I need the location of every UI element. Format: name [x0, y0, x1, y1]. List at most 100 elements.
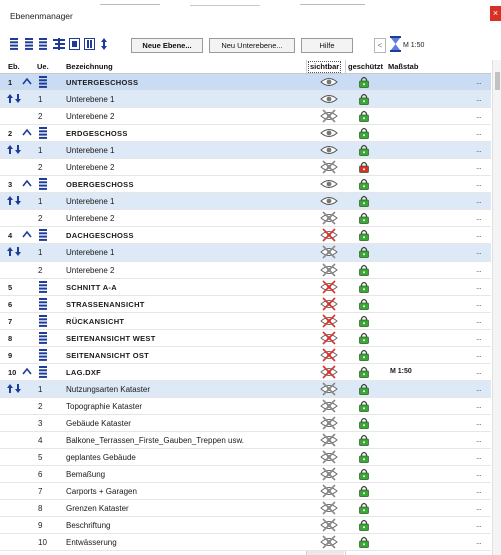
collapse-arrow-icon[interactable]: [22, 367, 32, 376]
layer-name[interactable]: geplantes Gebäude: [66, 453, 136, 462]
visible-eye-icon[interactable]: [312, 142, 346, 158]
layer-name[interactable]: Unterebene 1: [66, 248, 114, 257]
visible-eye-icon[interactable]: [312, 91, 346, 107]
hidden-eye-icon[interactable]: [312, 466, 346, 482]
lock-green-icon[interactable]: [358, 434, 370, 446]
sublayer-row[interactable]: 1 Unterebene 1...: [0, 244, 491, 262]
sublayer-row[interactable]: 4 Balkone_Terrassen_Firste_Gauben_Treppen…: [0, 431, 491, 450]
layer-name[interactable]: Gebäude Kataster: [66, 419, 131, 428]
hidden-eye-icon[interactable]: [312, 313, 346, 329]
sublayer-row[interactable]: 1 Nutzungsarten Kataster...: [0, 380, 491, 398]
scrollbar-thumb[interactable]: [495, 72, 500, 90]
layer-row[interactable]: 6 STRASSENANSICHT...: [0, 295, 491, 313]
more-button[interactable]: ...: [476, 367, 482, 376]
more-button[interactable]: ...: [476, 128, 482, 137]
hidden-eye-icon[interactable]: [312, 210, 346, 226]
more-button[interactable]: ...: [476, 469, 482, 478]
sublayer-row[interactable]: 1 Unterebene 1...: [0, 193, 491, 211]
more-button[interactable]: ...: [476, 179, 482, 188]
move-updown-icon[interactable]: [7, 145, 21, 155]
layer-name[interactable]: Entwässerung: [66, 538, 117, 547]
more-button[interactable]: ...: [476, 145, 482, 154]
layer-name[interactable]: Carports + Garagen: [66, 487, 137, 496]
list-icon[interactable]: [38, 38, 48, 50]
layer-row[interactable]: 2 ERDGESCHOSS...: [0, 125, 491, 143]
lock-green-icon[interactable]: [358, 468, 370, 480]
hidden-eye-icon[interactable]: [312, 244, 346, 260]
new-sublayer-button[interactable]: Neu Unterebene...: [209, 38, 295, 53]
lock-green-icon[interactable]: [358, 502, 370, 515]
lock-green-icon[interactable]: [358, 212, 370, 225]
layer-name[interactable]: STRASSENANSICHT: [66, 300, 145, 309]
lock-green-icon[interactable]: [358, 417, 370, 429]
lock-green-icon[interactable]: [358, 400, 370, 412]
layer-row[interactable]: 4 DACHGESCHOSS...: [0, 227, 491, 245]
layer-row[interactable]: 10 LAG.DXF M 1:50...: [0, 363, 491, 381]
sublayer-row[interactable]: 3 Gebäude Kataster...: [0, 414, 491, 432]
lock-green-icon[interactable]: [358, 178, 370, 191]
hidden-eye-icon[interactable]: [312, 227, 346, 243]
help-button[interactable]: Hilfe: [301, 38, 353, 53]
collapse-arrow-icon[interactable]: [22, 179, 32, 188]
layer-row[interactable]: 7 RÜCKANSICHT...: [0, 312, 491, 330]
sublayer-row[interactable]: 10 Entwässerung...: [0, 534, 491, 552]
layer-name[interactable]: DACHGESCHOSS: [66, 231, 134, 240]
sort-updown-icon[interactable]: [100, 38, 108, 50]
more-button[interactable]: ...: [476, 520, 482, 529]
sublayer-row[interactable]: 2 Unterebene 2...: [0, 108, 491, 126]
visible-eye-icon[interactable]: [312, 125, 346, 141]
visible-eye-icon[interactable]: [312, 74, 346, 90]
layer-name[interactable]: LAG.DXF: [66, 368, 101, 377]
more-button[interactable]: ...: [476, 247, 482, 256]
lock-green-icon[interactable]: [358, 315, 370, 327]
hidden-eye-icon[interactable]: [312, 364, 346, 380]
layer-name[interactable]: SEITENANSICHT OST: [66, 351, 149, 360]
hidden-eye-icon[interactable]: [312, 483, 346, 499]
header-visible[interactable]: sichtbar: [308, 61, 342, 73]
sublayer-row[interactable]: 8 Grenzen Kataster...: [0, 500, 491, 518]
lock-green-icon[interactable]: [358, 332, 370, 344]
lock-green-icon[interactable]: [358, 349, 370, 361]
sublayer-row[interactable]: 1 Unterebene 1...: [0, 91, 491, 109]
lock-green-icon[interactable]: [358, 195, 370, 208]
hidden-eye-icon[interactable]: [312, 159, 346, 175]
more-button[interactable]: ...: [476, 316, 482, 325]
hidden-eye-icon[interactable]: [312, 330, 346, 346]
layer-name[interactable]: Unterebene 1: [66, 146, 114, 155]
lock-green-icon[interactable]: [358, 110, 370, 122]
layer-row[interactable]: 3 OBERGESCHOSS...: [0, 176, 491, 194]
more-button[interactable]: ...: [476, 333, 482, 342]
list-expand-icon[interactable]: [24, 38, 34, 50]
layer-name[interactable]: Topographie Kataster: [66, 402, 142, 411]
sublayer-row[interactable]: 9 Beschriftung...: [0, 517, 491, 535]
move-updown-icon[interactable]: [7, 383, 21, 393]
sublayer-row[interactable]: 2 Unterebene 2...: [0, 159, 491, 177]
more-button[interactable]: ...: [476, 213, 482, 222]
more-button[interactable]: ...: [476, 384, 482, 393]
header-ue[interactable]: Ue.: [37, 62, 49, 71]
sort-icon[interactable]: [53, 38, 65, 50]
collapse-arrow-icon[interactable]: [22, 128, 32, 137]
more-button[interactable]: ...: [476, 503, 482, 512]
hidden-eye-icon[interactable]: [312, 500, 346, 516]
layer-name[interactable]: Grenzen Kataster: [66, 504, 129, 513]
hidden-eye-icon[interactable]: [312, 381, 346, 397]
lock-green-icon[interactable]: [358, 93, 370, 105]
more-button[interactable]: ...: [476, 77, 482, 86]
layer-name[interactable]: SEITENANSICHT WEST: [66, 334, 156, 343]
layer-row[interactable]: 9 SEITENANSICHT OST...: [0, 346, 491, 364]
lock-green-icon[interactable]: [358, 264, 370, 276]
header-scale[interactable]: Maßstab: [388, 62, 418, 71]
hide-layer-icon[interactable]: [84, 38, 95, 50]
layer-name[interactable]: SCHNITT A-A: [66, 283, 117, 292]
hidden-eye-icon[interactable]: [312, 296, 346, 312]
more-button[interactable]: ...: [476, 196, 482, 205]
lock-green-icon[interactable]: [358, 229, 370, 242]
hidden-eye-icon[interactable]: [312, 347, 346, 363]
more-button[interactable]: ...: [476, 94, 482, 103]
hidden-eye-icon[interactable]: [312, 398, 346, 414]
move-updown-icon[interactable]: [7, 94, 21, 104]
more-button[interactable]: ...: [476, 299, 482, 308]
layer-name[interactable]: ERDGESCHOSS: [66, 129, 128, 138]
more-button[interactable]: ...: [476, 452, 482, 461]
